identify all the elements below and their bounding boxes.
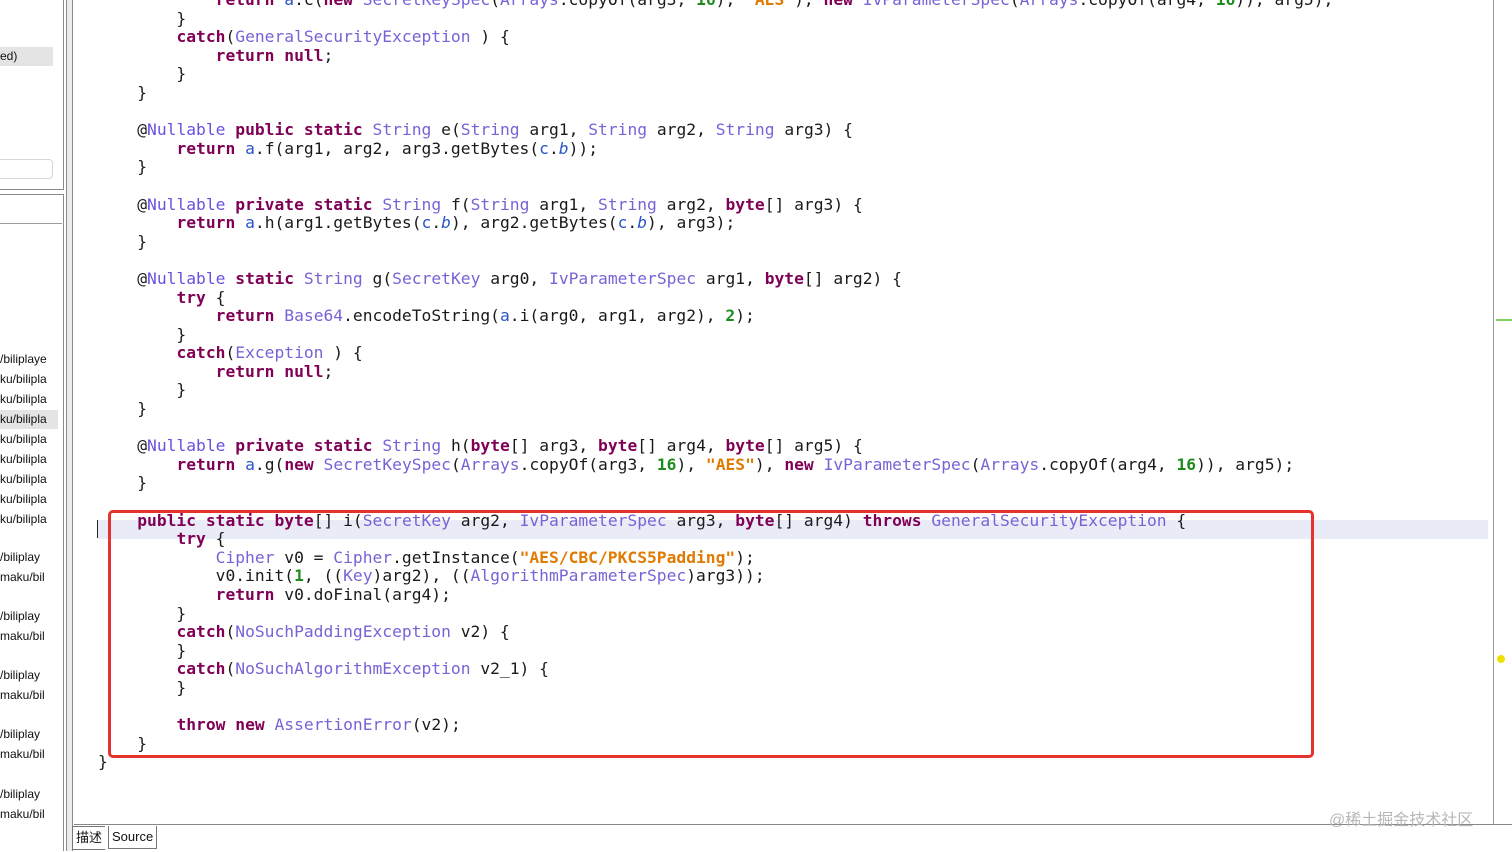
tree-item[interactable]: ku/bilipla [0, 410, 58, 429]
code-line[interactable]: catch(GeneralSecurityException ) { [98, 27, 1333, 47]
code-line[interactable]: @Nullable private static String f(String… [98, 195, 1333, 215]
tree-item[interactable]: maku/bil [0, 686, 58, 705]
code-line[interactable]: return null; [98, 46, 1333, 66]
code-line[interactable]: return null; [98, 362, 1333, 382]
watermark-text: @稀土掘金技术社区 [1329, 812, 1474, 829]
code-line[interactable]: @Nullable static String g(SecretKey arg0… [98, 269, 1333, 289]
code-line[interactable]: return a.f(arg1, arg2, arg3.getBytes(c.b… [98, 139, 1333, 159]
tree-item[interactable]: maku/bil [0, 745, 58, 764]
code-line[interactable]: @Nullable public static String e(String … [98, 120, 1333, 140]
code-line[interactable]: } [98, 83, 1333, 103]
tab-source[interactable]: Source [108, 826, 158, 849]
tree-item[interactable]: /biliplaye [0, 350, 58, 369]
code-editor[interactable]: return a.c(new SecretKeySpec(Arrays.copy… [74, 0, 1488, 824]
code-line[interactable] [98, 103, 1333, 122]
tree-item[interactable]: ku/bilipla [0, 450, 58, 469]
overview-ruler[interactable] [1493, 0, 1512, 824]
tree-item[interactable]: ku/bilipla [0, 430, 58, 449]
splitter-handle[interactable] [66, 0, 73, 851]
ruler-marker-yellow[interactable] [1497, 655, 1505, 663]
code-line[interactable]: } [98, 325, 1333, 345]
tree-item[interactable]: maku/bil [0, 805, 58, 824]
tab-describe[interactable]: 描述 [72, 826, 106, 850]
code-line[interactable]: return a.c(new SecretKeySpec(Arrays.copy… [98, 0, 1334, 10]
code-line[interactable]: return a.h(arg1.getBytes(c.b), arg2.getB… [98, 213, 1333, 233]
code-line[interactable]: return Base64.encodeToString(a.i(arg0, a… [98, 306, 1333, 326]
code-line[interactable] [98, 177, 1333, 196]
tree-item[interactable]: ku/bilipla [0, 390, 58, 409]
code-line[interactable] [98, 251, 1333, 270]
tree-item[interactable]: /biliplay [0, 785, 58, 804]
tree-item[interactable]: /biliplay [0, 607, 58, 626]
code-line[interactable]: } [98, 474, 1333, 493]
ruler-marker-green[interactable] [1496, 319, 1512, 321]
code-line[interactable]: catch(Exception ) { [98, 343, 1333, 363]
code-line[interactable]: try { [98, 288, 1333, 308]
code-line[interactable]: } [98, 381, 1333, 400]
code-line[interactable] [98, 419, 1333, 438]
tree-item[interactable]: ku/bilipla [0, 510, 58, 529]
annotation-highlight-box [108, 510, 1314, 758]
code-line[interactable]: } [98, 399, 1333, 419]
code-line[interactable]: } [98, 65, 1333, 84]
code-line[interactable]: } [98, 9, 1333, 29]
code-line[interactable]: @Nullable private static String h(byte[]… [98, 436, 1333, 456]
code-line[interactable] [98, 493, 1333, 512]
bottom-tab-bar: 描述 Source [72, 824, 1512, 852]
code-line[interactable]: } [98, 232, 1333, 252]
project-tree-sidebar: ed) /biliplaye ku/bilipla ku/bilipla ku/bil… [0, 0, 66, 851]
sidebar-selected-item[interactable]: ed) [0, 47, 53, 66]
tree-item[interactable]: maku/bil [0, 627, 58, 646]
sidebar-search-field[interactable] [0, 159, 53, 179]
tree-item[interactable]: /biliplay [0, 666, 58, 685]
tree-item[interactable]: ku/bilipla [0, 490, 58, 509]
code-line[interactable]: } [98, 158, 1333, 177]
tree-item[interactable]: ku/bilipla [0, 470, 58, 489]
tree-item[interactable]: /biliplay [0, 548, 58, 567]
tree-item[interactable]: /biliplay [0, 725, 58, 744]
code-line[interactable]: return a.g(new SecretKeySpec(Arrays.copy… [98, 455, 1333, 475]
tree-item[interactable]: ku/bilipla [0, 370, 58, 389]
tree-item[interactable]: maku/bil [0, 568, 58, 587]
sidebar-divider [0, 223, 62, 224]
